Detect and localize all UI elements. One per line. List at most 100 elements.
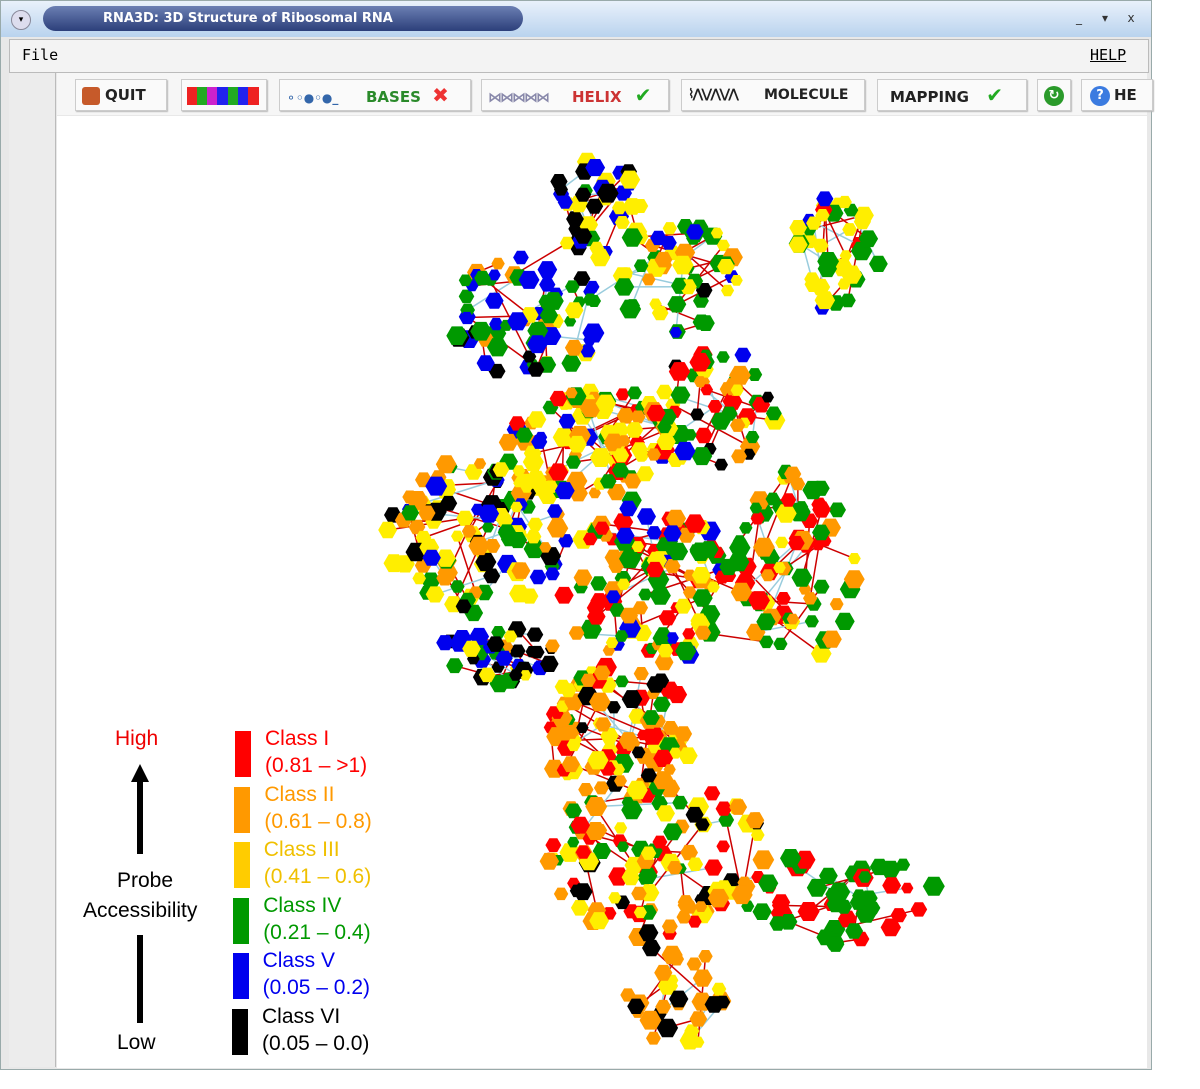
legend-class-range: (0.21 – 0.4) — [263, 920, 371, 944]
check-icon: ✔ — [634, 83, 652, 107]
quit-button[interactable]: QUIT — [75, 79, 167, 111]
menu-file[interactable]: File — [22, 46, 58, 64]
side-gutter — [9, 73, 56, 1067]
nucleotide-node[interactable] — [646, 1031, 661, 1045]
helix-button[interactable]: ⋈⋈⋈⋈⋈ HELIX ✔ — [481, 79, 669, 111]
dna-helix-icon: ⋈⋈⋈⋈⋈ — [488, 89, 550, 106]
nucleotide-node[interactable] — [513, 250, 529, 265]
nucleotide-node[interactable] — [739, 522, 753, 534]
nucleotide-node[interactable] — [554, 586, 574, 604]
nucleotide-node[interactable] — [842, 223, 857, 236]
nucleotide-node[interactable] — [698, 950, 713, 963]
legend-class-item: Class II (0.61 – 0.8) — [264, 781, 371, 835]
nucleotide-node[interactable] — [526, 627, 544, 642]
nucleotide-node[interactable] — [813, 579, 830, 594]
maximize-button[interactable]: ▾ — [1097, 10, 1113, 26]
nucleotide-node[interactable] — [714, 458, 728, 471]
nucleotide-node[interactable] — [672, 795, 688, 810]
bases-icon: ⚬◦●◦●_ — [286, 90, 339, 105]
legend-class-name: Class II — [264, 782, 335, 806]
mapping-button[interactable]: MAPPING ✔ — [877, 79, 1027, 111]
nucleotide-node[interactable] — [637, 508, 656, 525]
legend-class-range: (0.05 – 0.2) — [262, 976, 370, 999]
nucleotide-node[interactable] — [491, 257, 505, 270]
color-palette-button[interactable] — [181, 79, 267, 111]
nucleotide-node[interactable] — [804, 615, 819, 628]
nucleotide-node[interactable] — [627, 386, 642, 400]
nucleotide-node[interactable] — [716, 351, 730, 363]
nucleotide-node[interactable] — [553, 887, 569, 901]
nucleotide-node[interactable] — [690, 408, 705, 421]
legend-class-item: Class V (0.05 – 0.2) — [263, 947, 370, 1001]
nucleotide-node[interactable] — [791, 568, 813, 587]
check-icon: ✔ — [986, 83, 1003, 107]
nucleotide-node[interactable] — [615, 675, 629, 688]
nucleotide-node[interactable] — [662, 222, 677, 235]
legend-class-range: (0.81 – >1) — [265, 754, 368, 777]
nucleotide-node[interactable] — [752, 903, 772, 920]
nucleotide-node[interactable] — [734, 347, 752, 363]
nucleotide-node[interactable] — [694, 427, 713, 444]
nucleotide-node[interactable] — [378, 521, 398, 539]
window-menu-button[interactable]: ▾ — [11, 10, 31, 30]
help-icon: ? — [1090, 85, 1110, 106]
nucleotide-node[interactable] — [901, 882, 914, 894]
nucleotide-node[interactable] — [446, 658, 464, 674]
nucleotide-node[interactable] — [649, 586, 671, 605]
legend-swatch — [233, 842, 250, 888]
nucleotide-node[interactable] — [910, 902, 928, 917]
legend-class-range: (0.61 – 0.8) — [264, 809, 372, 833]
title-bar[interactable]: ▾ RNA3D: 3D Structure of Ribosomal RNA _… — [1, 1, 1151, 37]
nucleotide-node[interactable] — [615, 388, 630, 401]
menu-bar: File HELP — [9, 39, 1149, 73]
nucleotide-node[interactable] — [775, 536, 789, 549]
nucleotide-node[interactable] — [529, 569, 547, 585]
refresh-button[interactable]: ↻ — [1037, 79, 1071, 111]
nucleotide-node[interactable] — [828, 502, 846, 518]
nucleotide-node[interactable] — [686, 957, 702, 971]
legend-class-item: Class IV (0.21 – 0.4) — [263, 892, 370, 946]
nucleotide-node[interactable] — [656, 384, 673, 400]
help-button[interactable]: ? HE — [1081, 79, 1153, 111]
nucleotide-node[interactable] — [537, 261, 558, 279]
toolbar: QUIT ⚬◦●◦●_ BASES ✖ ⋈⋈⋈⋈⋈ HELIX ✔ ⌇⋀⋁⋀⋁⋀ MO… — [57, 73, 1153, 115]
menu-help[interactable]: HELP — [1090, 46, 1126, 64]
nucleotide-node[interactable] — [458, 289, 475, 304]
nucleotide-node[interactable] — [829, 598, 844, 611]
nucleotide-node[interactable] — [578, 783, 594, 797]
nucleotide-node[interactable] — [703, 786, 721, 801]
legend-swatch — [232, 1008, 248, 1055]
molecule-button[interactable]: ⌇⋀⋁⋀⋁⋀ MOLECULE — [681, 79, 865, 111]
nucleotide-node[interactable] — [848, 553, 861, 565]
minimize-button[interactable]: _ — [1071, 10, 1087, 26]
nucleotide-node[interactable] — [869, 255, 888, 272]
legend-axis-label-accessibility: Accessibility — [83, 899, 198, 922]
legend-class-item: Class I (0.81 – >1) — [265, 725, 367, 779]
nucleotide-node[interactable] — [485, 292, 504, 309]
nucleotide-node[interactable] — [451, 530, 464, 542]
palette-icon — [187, 86, 259, 105]
rna-structure-graph[interactable] — [57, 116, 1147, 1068]
window-title: RNA3D: 3D Structure of Ribosomal RNA — [43, 6, 523, 31]
nucleotide-node[interactable] — [773, 637, 788, 650]
nucleotide-node[interactable] — [570, 900, 589, 916]
legend-class-name: Class IV — [263, 893, 342, 917]
nucleotide-node[interactable] — [590, 576, 607, 591]
nucleotide-node[interactable] — [922, 876, 945, 896]
structure-canvas[interactable]: High Probe Accessibility Low Class I (0.… — [57, 116, 1147, 1068]
legend-class-range: (0.41 – 0.6) — [263, 865, 372, 888]
nucleotide-node[interactable] — [704, 859, 723, 876]
close-button[interactable]: x — [1123, 10, 1139, 26]
nucleotide-node[interactable] — [545, 838, 562, 852]
bases-button[interactable]: ⚬◦●◦●_ BASES ✖ — [279, 79, 471, 111]
power-icon — [82, 86, 100, 105]
legend-class-name: Class VI — [262, 1004, 341, 1028]
nucleotide-node[interactable] — [834, 612, 855, 630]
nucleotide-node[interactable] — [614, 822, 628, 834]
nucleotide-node[interactable] — [638, 588, 653, 601]
nucleotide-node[interactable] — [716, 840, 730, 853]
nucleotide-node[interactable] — [561, 354, 582, 372]
arrow-shaft — [137, 780, 143, 854]
nucleotide-node[interactable] — [633, 667, 649, 681]
nucleotide-node[interactable] — [752, 850, 775, 870]
